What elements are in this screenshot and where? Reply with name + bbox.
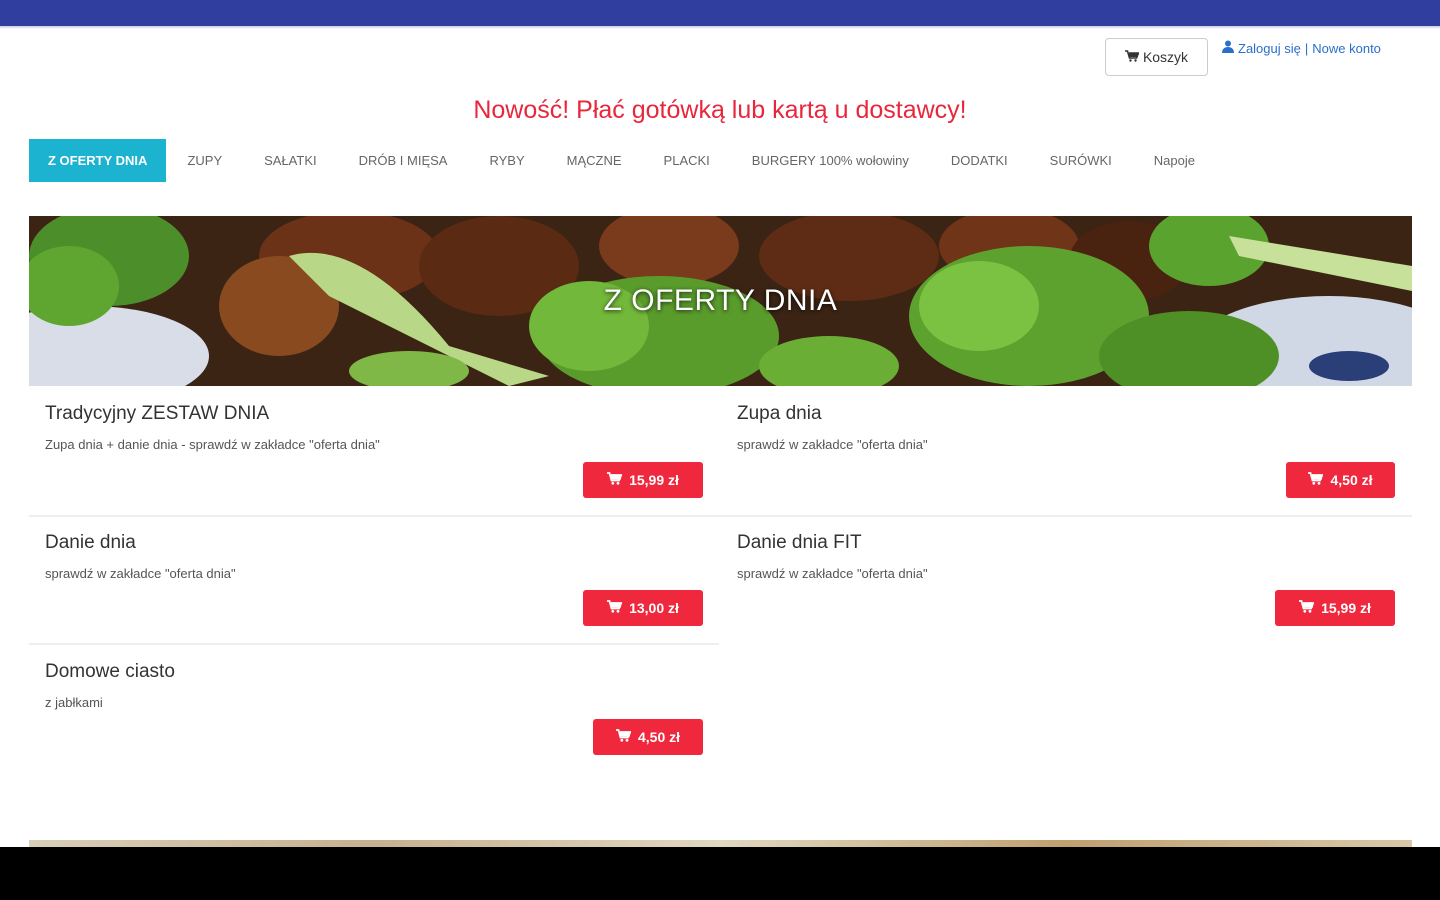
menu-item-description: sprawdź w zakładce "oferta dnia" [737, 437, 928, 452]
add-to-cart-button[interactable]: 4,50 zł [593, 719, 703, 755]
promo-banner: Nowość! Płać gotówką lub kartą u dostawc… [473, 96, 967, 124]
cart-icon [1308, 472, 1325, 488]
tab-dodatki[interactable]: DODATKI [930, 139, 1029, 182]
cart-button[interactable]: Koszyk [1105, 38, 1208, 76]
category-nav: Z OFERTY DNIA ZUPY SAŁATKI DRÓB I MIĘSA … [29, 139, 1216, 182]
tab-napoje[interactable]: Napoje [1133, 139, 1216, 182]
cart-icon [1299, 600, 1315, 616]
menu-item-description: sprawdź w zakładce "oferta dnia" [737, 566, 928, 581]
add-to-cart-button[interactable]: 13,00 zł [583, 590, 703, 626]
add-to-cart-button[interactable]: 4,50 zł [1286, 462, 1395, 498]
price-label: 4,50 zł [1330, 472, 1373, 488]
menu-item-name: Zupa dnia [737, 403, 822, 424]
tab-burgery[interactable]: BURGERY 100% wołowiny [731, 139, 930, 182]
tab-salatki[interactable]: SAŁATKI [243, 139, 338, 182]
cart-icon [607, 600, 623, 616]
system-navigation-bar [0, 847, 1440, 900]
add-to-cart-button[interactable]: 15,99 zł [583, 462, 703, 498]
menu-item-name: Tradycyjny ZESTAW DNIA [45, 403, 270, 424]
cart-icon [615, 729, 632, 745]
cart-icon [607, 472, 623, 488]
menu-item-name: Danie dnia FIT [737, 532, 862, 553]
auth-links: Zaloguj się | Nowe konto [1222, 40, 1381, 56]
menu-item-description: sprawdź w zakładce "oferta dnia" [45, 566, 236, 581]
tab-maczne[interactable]: MĄCZNE [546, 139, 643, 182]
tab-z-oferty-dnia[interactable]: Z OFERTY DNIA [29, 139, 167, 182]
status-bar-shadow [0, 26, 1440, 29]
tab-zupy[interactable]: ZUPY [166, 139, 243, 182]
tab-surowki[interactable]: SURÓWKI [1029, 139, 1133, 182]
cart-label: Koszyk [1142, 49, 1189, 65]
price-label: 13,00 zł [629, 600, 679, 616]
menu-item-description: z jabłkami [45, 695, 103, 710]
menu-item: Danie dnia sprawdź w zakładce "oferta dn… [45, 532, 705, 632]
menu-item-name: Danie dnia [45, 532, 136, 553]
category-hero-banner: Z OFERTY DNIA [29, 216, 1412, 386]
menu-item-description: Zupa dnia + danie dnia - sprawdź w zakła… [45, 437, 380, 452]
register-link[interactable]: Nowe konto [1312, 41, 1381, 56]
menu-item-name: Domowe ciasto [45, 661, 175, 682]
hero-title: Z OFERTY DNIA [603, 284, 838, 317]
menu-item: Domowe ciasto z jabłkami 4,50 zł [45, 661, 705, 761]
cart-icon [1124, 49, 1140, 65]
menu-item: Tradycyjny ZESTAW DNIA Zupa dnia + danie… [45, 403, 705, 503]
tab-ryby[interactable]: RYBY [468, 139, 545, 182]
menu-item: Danie dnia FIT sprawdź w zakładce "ofert… [737, 532, 1397, 632]
tab-drob-i-miesa[interactable]: DRÓB I MIĘSA [338, 139, 469, 182]
row-divider [29, 515, 1412, 517]
auth-separator: | [1304, 40, 1309, 56]
menu-item: Zupa dnia sprawdź w zakładce "oferta dni… [737, 403, 1397, 503]
tab-placki[interactable]: PLACKI [643, 139, 731, 182]
login-link[interactable]: Zaloguj się [1238, 41, 1301, 56]
user-icon [1222, 40, 1234, 56]
status-bar [0, 0, 1440, 26]
price-label: 15,99 zł [629, 472, 679, 488]
price-label: 4,50 zł [637, 729, 681, 745]
price-label: 15,99 zł [1321, 600, 1371, 616]
row-divider [29, 643, 719, 645]
add-to-cart-button[interactable]: 15,99 zł [1275, 590, 1395, 626]
